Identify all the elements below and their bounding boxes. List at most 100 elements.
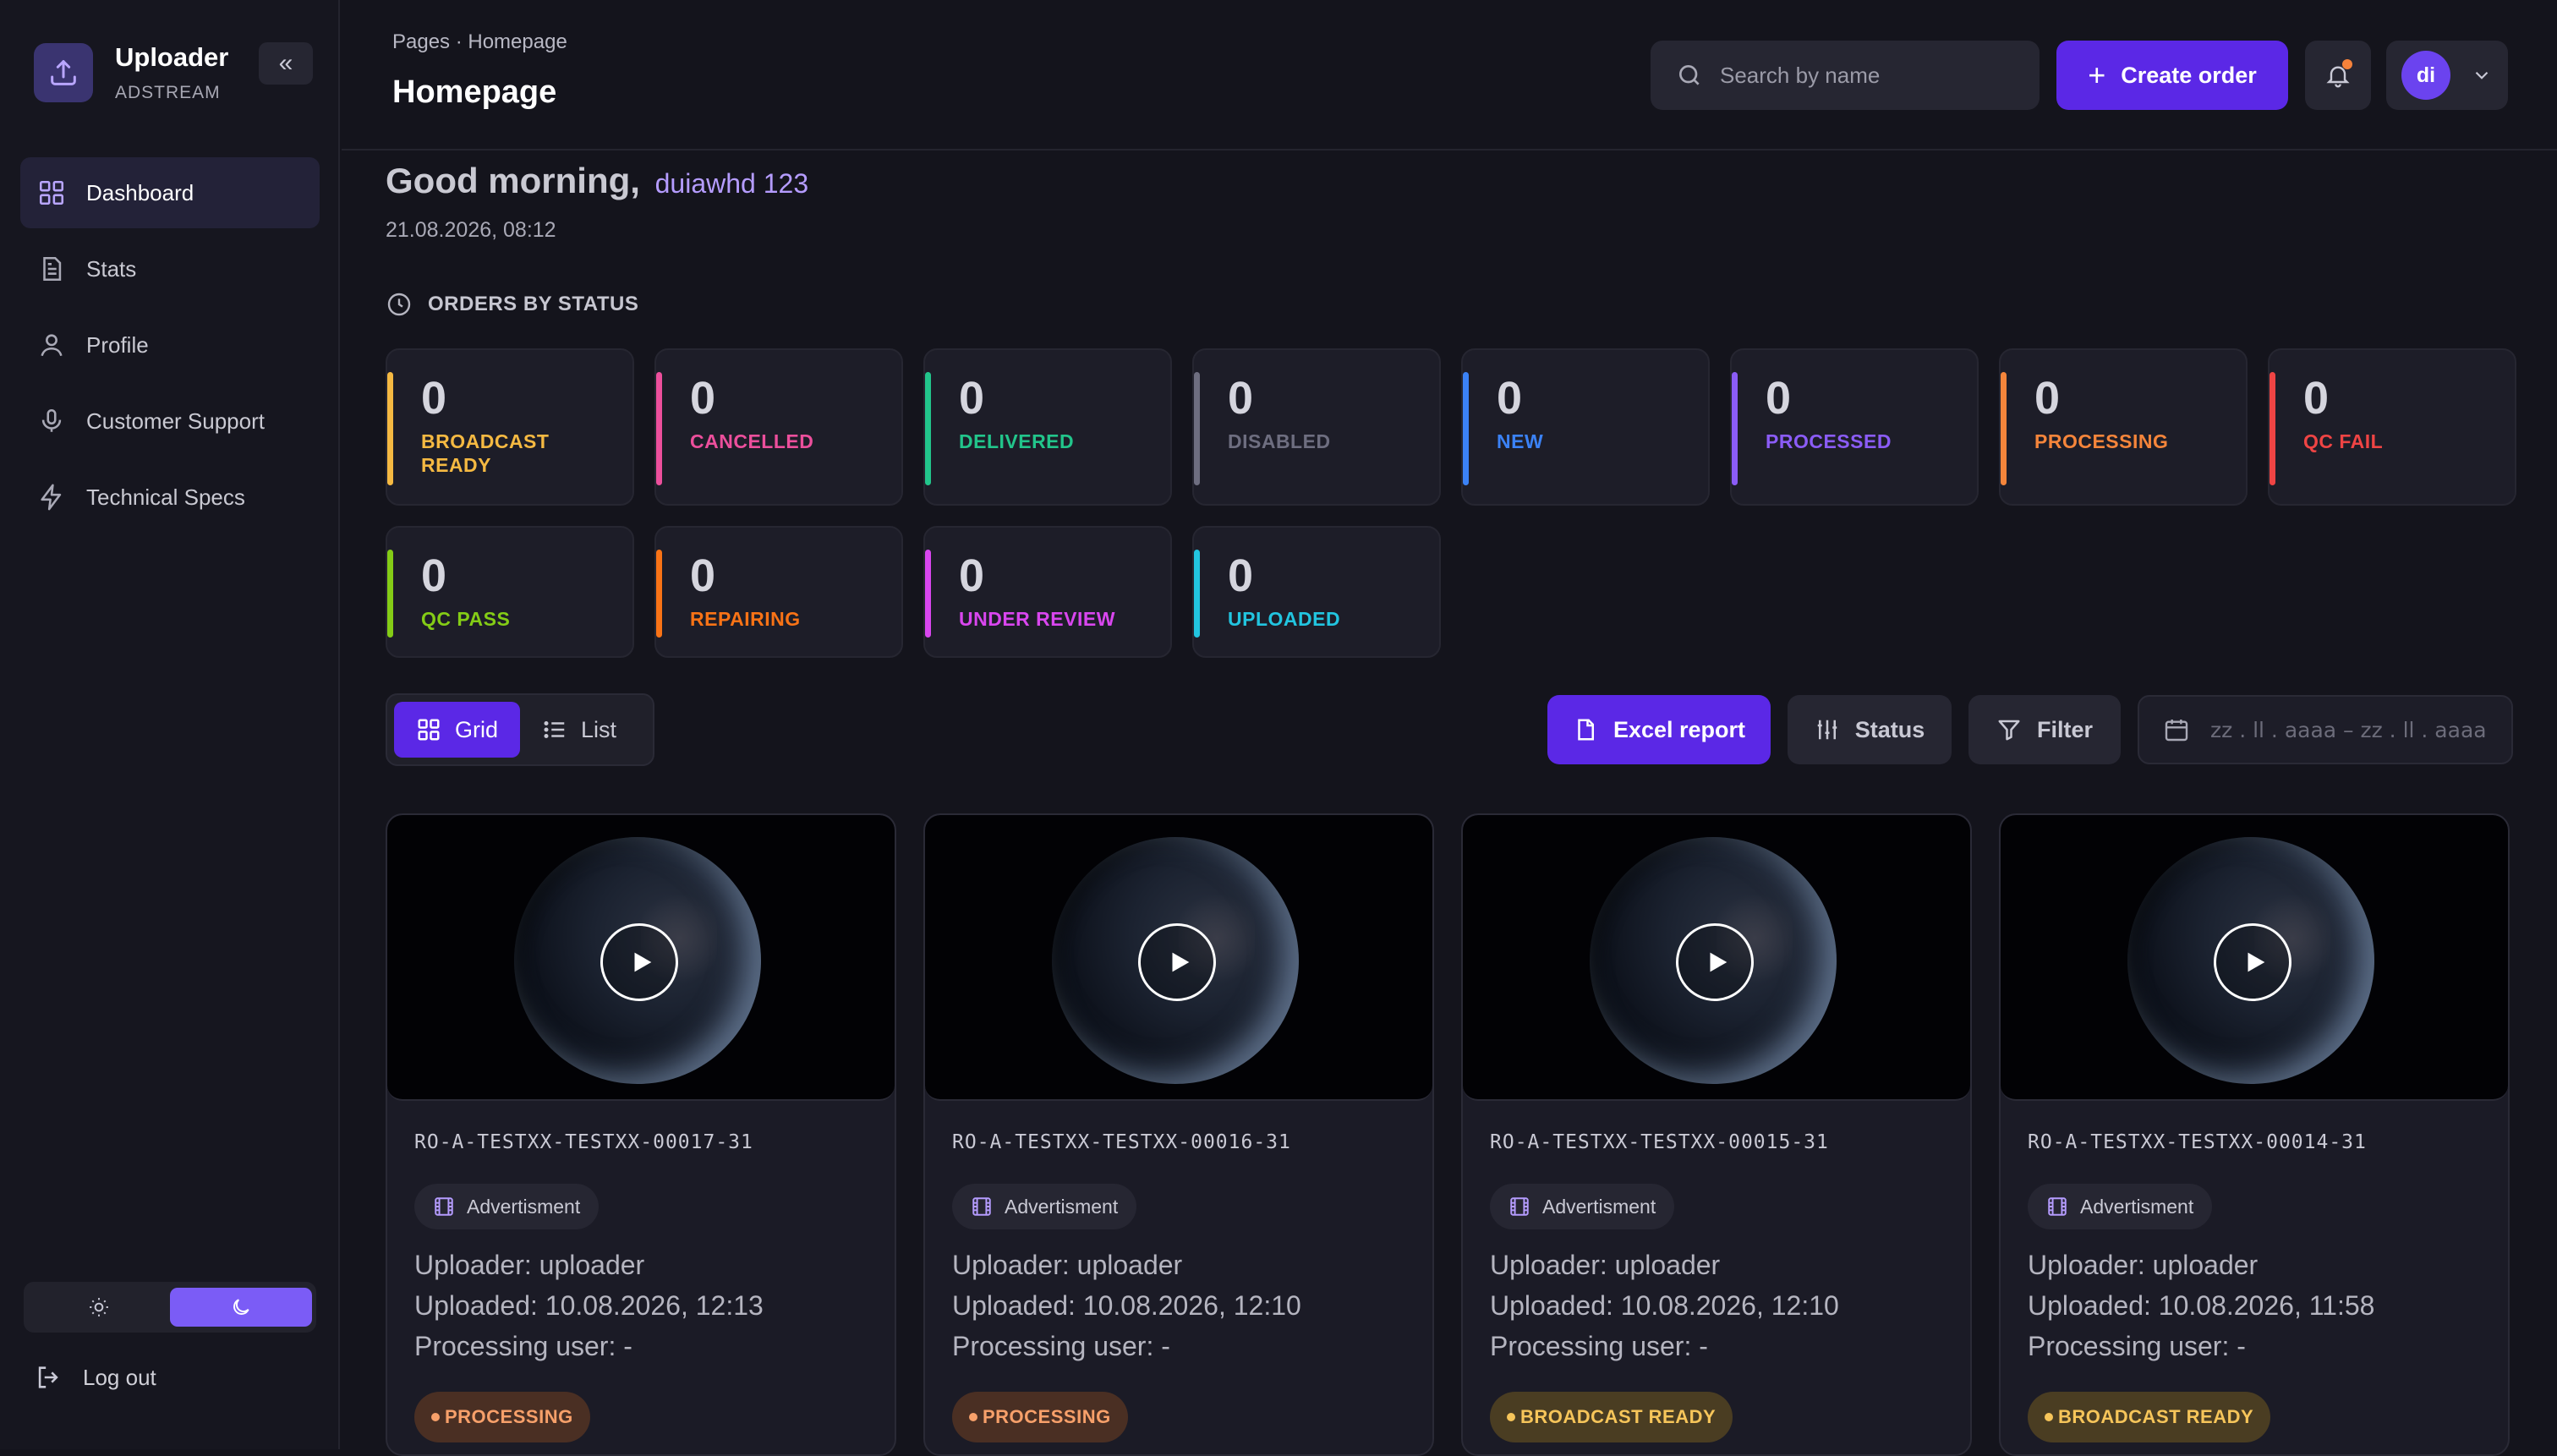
status-count: 0 bbox=[2303, 373, 2330, 424]
status-label: BROADCAST READY bbox=[421, 430, 550, 476]
status-card[interactable]: 0 DELIVERED bbox=[923, 348, 1172, 506]
status-label: DELIVERED bbox=[959, 430, 1075, 452]
video-thumbnail[interactable] bbox=[2001, 815, 2508, 1101]
status-count: 0 bbox=[1228, 550, 1254, 601]
notifications-button[interactable] bbox=[2305, 41, 2371, 110]
status-label: PROCESSED bbox=[1766, 430, 1892, 452]
film-icon bbox=[2048, 1197, 2067, 1216]
play-button[interactable] bbox=[1138, 923, 1216, 1001]
order-type-label: Advertisment bbox=[1542, 1195, 1656, 1218]
excel-report-button[interactable]: Excel report bbox=[1547, 695, 1771, 764]
status-label: QC FAIL bbox=[2303, 430, 2384, 452]
breadcrumb[interactable]: Pages · Homepage bbox=[392, 30, 567, 54]
status-dot bbox=[969, 1413, 977, 1421]
status-card[interactable]: 0 BROADCAST READY bbox=[386, 348, 634, 506]
sidebar-item-label: Stats bbox=[86, 255, 137, 282]
status-card[interactable]: 0 UNDER REVIEW bbox=[923, 526, 1172, 658]
order-card[interactable]: RO-A-TESTXX-TESTXX-00016-31 Advertisment… bbox=[923, 813, 1434, 1456]
status-count: 0 bbox=[690, 550, 716, 601]
date-range-input[interactable]: zz . ll . aaaa – zz . ll . aaaa bbox=[2138, 695, 2513, 764]
status-dot bbox=[1507, 1413, 1515, 1421]
sidebar-item-dashboard[interactable]: Dashboard bbox=[20, 157, 320, 228]
sidebar-item-stats[interactable]: Stats bbox=[20, 233, 320, 304]
funnel-icon bbox=[1998, 720, 2020, 741]
status-color-bar bbox=[656, 372, 662, 485]
status-label: DISABLED bbox=[1228, 430, 1331, 452]
sidebar-item-profile[interactable]: Profile bbox=[20, 309, 320, 380]
status-badge-label: PROCESSING bbox=[983, 1406, 1111, 1427]
video-thumbnail[interactable] bbox=[925, 815, 1432, 1101]
order-card[interactable]: RO-A-TESTXX-TESTXX-00014-31 Advertisment… bbox=[1999, 813, 2510, 1456]
status-color-bar bbox=[925, 550, 931, 638]
greeting-user-name: duiawhd 123 bbox=[654, 168, 809, 199]
sidebar-item-customer-support[interactable]: Customer Support bbox=[20, 386, 320, 457]
excel-report-label: Excel report bbox=[1612, 716, 1746, 742]
order-uploaded-date: Uploaded: 10.08.2026, 12:13 bbox=[414, 1290, 764, 1321]
status-label: UNDER REVIEW bbox=[959, 608, 1115, 630]
order-processing-user: Processing user: - bbox=[414, 1331, 632, 1361]
grid-view-button[interactable]: Grid bbox=[394, 702, 521, 758]
page-title: Homepage bbox=[392, 74, 557, 110]
order-card[interactable]: RO-A-TESTXX-TESTXX-00015-31 Advertisment… bbox=[1461, 813, 1972, 1456]
grid-icon bbox=[418, 719, 440, 741]
status-badge: BROADCAST READY bbox=[1490, 1392, 1733, 1442]
status-count: 0 bbox=[1497, 373, 1523, 424]
topbar: Pages · Homepage Homepage Search by name… bbox=[342, 0, 2557, 151]
light-theme-button[interactable] bbox=[28, 1288, 170, 1327]
status-card[interactable]: 0 CANCELLED bbox=[654, 348, 903, 506]
dark-theme-button[interactable] bbox=[170, 1288, 312, 1327]
status-count: 0 bbox=[1228, 373, 1254, 424]
grid-view-label: Grid bbox=[455, 716, 499, 742]
status-card[interactable]: 0 QC FAIL bbox=[2268, 348, 2516, 506]
status-count: 0 bbox=[421, 373, 447, 424]
status-card[interactable]: 0 QC PASS bbox=[386, 526, 634, 658]
status-card[interactable]: 0 REPAIRING bbox=[654, 526, 903, 658]
order-code: RO-A-TESTXX-TESTXX-00014-31 bbox=[2028, 1131, 2367, 1153]
status-card[interactable]: 0 PROCESSING bbox=[1999, 348, 2248, 506]
video-thumbnail[interactable] bbox=[387, 815, 895, 1101]
status-filter-button[interactable]: Status bbox=[1788, 695, 1952, 764]
sidebar-nav: Dashboard Stats Profile Customer Support… bbox=[20, 157, 320, 538]
status-card[interactable]: 0 UPLOADED bbox=[1192, 526, 1441, 658]
status-card[interactable]: 0 PROCESSED bbox=[1730, 348, 1979, 506]
status-label: QC PASS bbox=[421, 608, 511, 630]
status-count: 0 bbox=[2034, 373, 2061, 424]
avatar: di bbox=[2401, 51, 2450, 100]
play-button[interactable] bbox=[600, 923, 678, 1001]
status-count: 0 bbox=[690, 373, 716, 424]
status-label: UPLOADED bbox=[1228, 608, 1341, 630]
collapse-sidebar-button[interactable]: « bbox=[259, 42, 313, 85]
brand[interactable]: Uploader ADSTREAM bbox=[34, 42, 228, 103]
status-color-bar bbox=[1732, 372, 1738, 485]
logout-button[interactable]: Log out bbox=[34, 1363, 156, 1392]
clock-icon bbox=[387, 293, 411, 316]
status-color-bar bbox=[1194, 372, 1200, 485]
status-color-bar bbox=[2001, 372, 2007, 485]
status-badge: PROCESSING bbox=[952, 1392, 1128, 1442]
video-thumbnail[interactable] bbox=[1463, 815, 1970, 1101]
order-type-label: Advertisment bbox=[2080, 1195, 2194, 1218]
play-button[interactable] bbox=[1676, 923, 1754, 1001]
status-badge-label: BROADCAST READY bbox=[1520, 1406, 1717, 1427]
order-processing-user: Processing user: - bbox=[2028, 1331, 2246, 1361]
status-label: NEW bbox=[1497, 430, 1544, 452]
status-dot bbox=[431, 1413, 440, 1421]
play-icon bbox=[1172, 952, 1190, 972]
status-badge-label: BROADCAST READY bbox=[2058, 1406, 2254, 1427]
sliders-icon bbox=[1817, 720, 1837, 740]
sidebar-item-technical-specs[interactable]: Technical Specs bbox=[20, 462, 320, 533]
sidebar-item-label: Dashboard bbox=[86, 179, 194, 205]
create-order-button[interactable]: + Create order bbox=[2056, 41, 2288, 110]
filter-button[interactable]: Filter bbox=[1968, 695, 2121, 764]
user-menu-button[interactable]: di bbox=[2386, 41, 2508, 110]
list-view-button[interactable]: List bbox=[520, 702, 638, 758]
order-card[interactable]: RO-A-TESTXX-TESTXX-00017-31 Advertisment… bbox=[386, 813, 896, 1456]
play-button[interactable] bbox=[2214, 923, 2291, 1001]
status-count: 0 bbox=[959, 550, 985, 601]
app-name: Uploader bbox=[115, 42, 229, 72]
search-input[interactable]: Search by name bbox=[1651, 41, 2040, 110]
status-card[interactable]: 0 DISABLED bbox=[1192, 348, 1441, 506]
search-placeholder: Search by name bbox=[1720, 62, 1881, 88]
status-card[interactable]: 0 NEW bbox=[1461, 348, 1710, 506]
notification-dot bbox=[2342, 59, 2352, 69]
